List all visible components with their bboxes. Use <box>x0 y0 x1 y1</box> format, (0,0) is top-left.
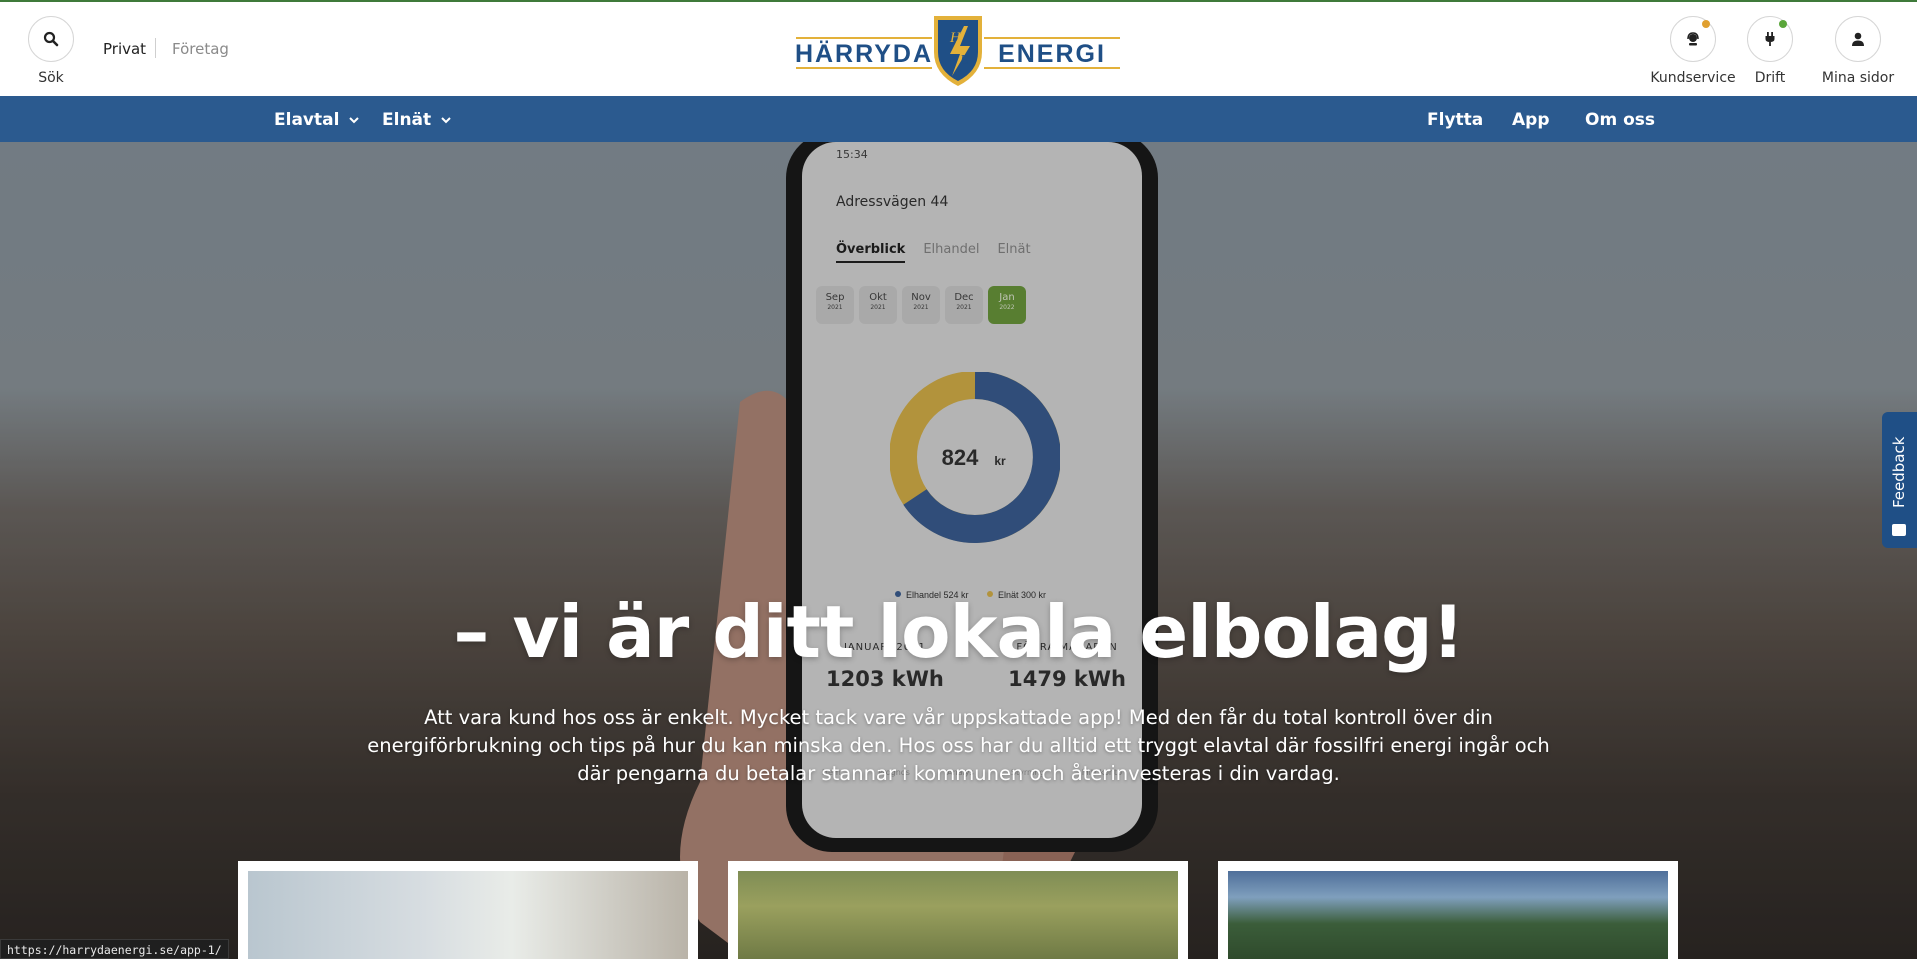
kundservice-status-dot <box>1702 20 1710 28</box>
drift-circle[interactable] <box>1747 16 1793 62</box>
search-icon <box>43 31 59 47</box>
teaser-card[interactable] <box>1218 861 1678 959</box>
kundservice-circle[interactable] <box>1670 16 1716 62</box>
user-icon <box>1852 32 1864 46</box>
drift-label: Drift <box>1754 70 1786 86</box>
drift-status-dot <box>1779 20 1787 28</box>
status-url: https://harrydaenergi.se/app-1/ <box>0 939 229 959</box>
hero-title: – vi är ditt lokala elbolag! <box>453 590 1464 674</box>
nav-elnat[interactable]: Elnät <box>382 110 451 130</box>
segment-divider <box>155 38 156 58</box>
mina-sidor-link[interactable]: Mina sidor <box>1820 16 1896 86</box>
segment-privat[interactable]: Privat <box>103 40 146 58</box>
svg-text:E: E <box>959 53 969 68</box>
hero-text: Att vara kund hos oss är enkelt. Mycket … <box>367 706 1550 785</box>
search-label: Sök <box>38 70 64 86</box>
kundservice-label: Kundservice <box>1650 70 1736 86</box>
nav-elavtal-label: Elavtal <box>274 110 340 130</box>
mina-sidor-circle[interactable] <box>1835 16 1881 62</box>
site-header: Sök Privat Företag HÄRRYDA ENERGI H E Ku… <box>0 0 1917 96</box>
teaser-card-image <box>248 871 688 959</box>
kundservice-link[interactable]: Kundservice <box>1634 16 1752 86</box>
feedback-button[interactable]: Feedback <box>1882 412 1917 548</box>
headset-icon <box>1687 32 1699 46</box>
feedback-icon <box>1892 524 1906 536</box>
feedback-label: Feedback <box>1890 436 1908 508</box>
hero-section: 15:34 Adressvägen 44 Överblick Elhandel … <box>0 142 1917 959</box>
main-nav: Elavtal Elnät Flytta App Om oss <box>0 96 1917 142</box>
hero-overlay <box>0 142 1917 959</box>
drift-link[interactable]: Drift <box>1742 16 1798 86</box>
nav-elavtal[interactable]: Elavtal <box>274 110 360 130</box>
nav-elnat-label: Elnät <box>382 110 432 130</box>
svg-text:HÄRRYDA: HÄRRYDA <box>795 40 933 68</box>
nav-om-oss[interactable]: Om oss <box>1585 110 1655 130</box>
teaser-card-image <box>738 871 1178 959</box>
harryda-energi-logo[interactable]: HÄRRYDA ENERGI H E <box>794 12 1122 88</box>
chevron-down-icon <box>349 116 360 123</box>
chevron-down-icon <box>441 116 451 123</box>
search-button[interactable]: Sök <box>28 16 74 86</box>
svg-text:ENERGI: ENERGI <box>998 40 1106 68</box>
plug-icon <box>1765 32 1775 46</box>
search-circle[interactable] <box>28 16 74 62</box>
svg-text:H: H <box>949 30 962 46</box>
segment-foretag[interactable]: Företag <box>172 40 229 58</box>
teaser-card[interactable] <box>238 861 698 959</box>
teaser-card-image <box>1228 871 1668 959</box>
teaser-card[interactable] <box>728 861 1188 959</box>
mina-sidor-label: Mina sidor <box>1821 70 1895 86</box>
nav-flytta[interactable]: Flytta <box>1427 110 1483 130</box>
nav-app[interactable]: App <box>1512 110 1550 130</box>
